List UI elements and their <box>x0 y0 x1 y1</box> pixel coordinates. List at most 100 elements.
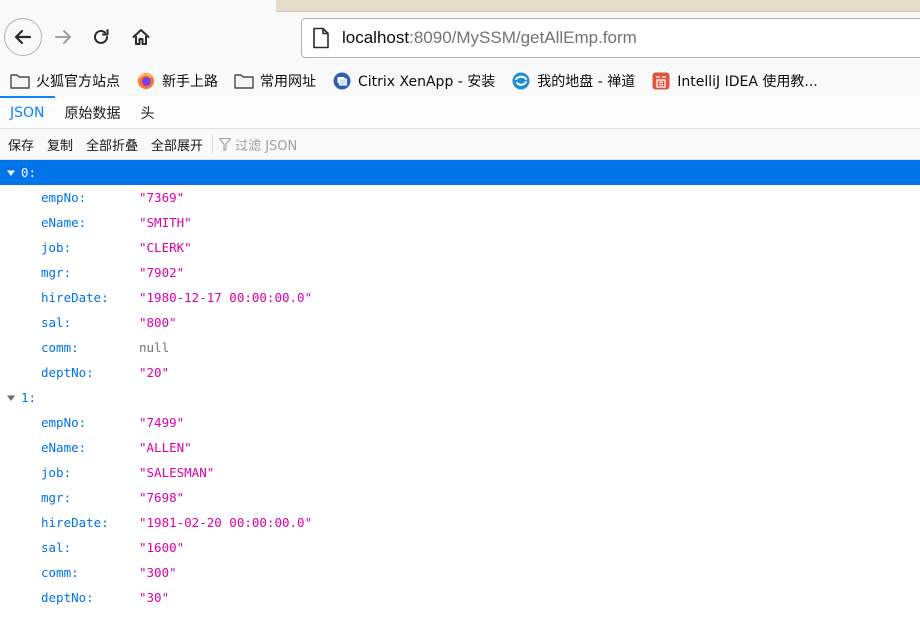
collapse-all-button[interactable]: 全部折叠 <box>81 135 143 154</box>
zentao-icon <box>511 72 531 90</box>
json-tree: 0: empNo: "7369" eName: "SMITH" job: "CLERK" mg… <box>0 160 920 610</box>
property-key: mgr: <box>41 490 72 505</box>
tree-row-property[interactable]: mgr: "7902" <box>0 260 920 285</box>
twisty-expanded-icon[interactable] <box>6 168 16 178</box>
tree-row-property[interactable]: hireDate: "1981-02-20 00:00:00.0" <box>0 510 920 535</box>
property-value: "800" <box>139 315 177 330</box>
citrix-icon <box>332 72 352 90</box>
bookmark-item[interactable]: 火狐官方站点 <box>10 71 120 91</box>
back-button[interactable] <box>4 18 42 56</box>
property-key: job: <box>41 240 72 255</box>
home-icon <box>132 29 150 45</box>
tree-row-property[interactable]: job: "CLERK" <box>0 235 920 260</box>
tree-row-property[interactable]: deptNo: "20" <box>0 360 920 385</box>
url-host: localhost <box>342 28 410 47</box>
copy-button[interactable]: 复制 <box>42 135 78 154</box>
filter-json-input[interactable]: 过滤 JSON <box>219 135 297 154</box>
tree-row-property[interactable]: deptNo: "30" <box>0 585 920 610</box>
bookmark-label: 火狐官方站点 <box>36 74 120 90</box>
tree-row-record[interactable]: 1: <box>0 385 920 410</box>
property-key: eName: <box>41 215 87 230</box>
property-key: comm: <box>41 340 79 355</box>
property-value: "7698" <box>139 490 185 505</box>
json-viewer-tabs: JSON 原始数据 头 <box>0 96 920 129</box>
jian-icon <box>651 72 671 90</box>
tab-headers[interactable]: 头 <box>131 96 165 129</box>
property-value: "1981-02-20 00:00:00.0" <box>139 515 313 530</box>
property-value: "7499" <box>139 415 185 430</box>
bookmark-label: 常用网址 <box>260 74 316 90</box>
property-value: "ALLEN" <box>139 440 192 455</box>
tab-raw-data[interactable]: 原始数据 <box>55 96 131 129</box>
tab-json[interactable]: JSON <box>0 96 55 129</box>
firefox-icon <box>136 72 156 90</box>
property-key: eName: <box>41 440 87 455</box>
bookmark-label: 新手上路 <box>162 74 218 90</box>
tree-row-property[interactable]: empNo: "7369" <box>0 185 920 210</box>
folder-icon <box>234 72 254 90</box>
forward-button[interactable] <box>48 22 78 52</box>
tree-row-property[interactable]: job: "SALESMAN" <box>0 460 920 485</box>
property-value: "CLERK" <box>139 240 192 255</box>
arrow-right-icon <box>55 30 71 44</box>
bookmark-label: Citrix XenApp - 安装 <box>358 74 496 90</box>
page-icon <box>313 27 329 49</box>
arrow-left-icon <box>14 29 32 45</box>
tree-row-property[interactable]: mgr: "7698" <box>0 485 920 510</box>
property-value: "1600" <box>139 540 185 555</box>
reload-icon <box>94 29 109 44</box>
property-key: job: <box>41 465 72 480</box>
property-value: "7902" <box>139 265 185 280</box>
tree-row-property[interactable]: eName: "SMITH" <box>0 210 920 235</box>
url-text: localhost:8090/MySSM/getAllEmp.form <box>342 28 637 48</box>
property-key: hireDate: <box>41 515 109 530</box>
save-button[interactable]: 保存 <box>3 135 39 154</box>
bookmark-item[interactable]: IntelliJ IDEA 使用教... <box>651 71 818 91</box>
reload-button[interactable] <box>86 22 116 52</box>
property-key: deptNo: <box>41 590 94 605</box>
tree-row-property[interactable]: hireDate: "1980-12-17 00:00:00.0" <box>0 285 920 310</box>
property-key: deptNo: <box>41 365 94 380</box>
property-key: mgr: <box>41 265 72 280</box>
folder-icon <box>10 72 30 90</box>
tree-row-record[interactable]: 0: <box>0 160 920 185</box>
expand-all-button[interactable]: 全部展开 <box>146 135 208 154</box>
bookmark-label: IntelliJ IDEA 使用教... <box>677 74 818 90</box>
property-value: "7369" <box>139 190 185 205</box>
record-key: 1: <box>21 390 37 405</box>
property-key: sal: <box>41 315 72 330</box>
bookmark-label: 我的地盘 - 禅道 <box>537 74 636 90</box>
window-titlebar <box>276 0 920 12</box>
property-key: empNo: <box>41 190 87 205</box>
bookmark-item[interactable]: 常用网址 <box>234 71 316 91</box>
bookmarks-bar: 火狐官方站点 新手上路 常用网址 Citrix XenApp - 安装 我的地盘… <box>0 66 920 96</box>
bookmark-item[interactable]: 新手上路 <box>136 71 218 91</box>
property-value: "20" <box>139 365 170 380</box>
filter-icon <box>219 137 232 151</box>
property-value: "300" <box>139 565 177 580</box>
record-key: 0: <box>21 165 37 180</box>
property-key: empNo: <box>41 415 87 430</box>
filter-placeholder: 过滤 JSON <box>235 138 298 154</box>
home-button[interactable] <box>126 22 156 52</box>
bookmark-item[interactable]: 我的地盘 - 禅道 <box>511 71 635 91</box>
property-key: sal: <box>41 540 72 555</box>
url-path: :8090/MySSM/getAllEmp.form <box>409 28 637 47</box>
tab-strip <box>0 0 276 8</box>
tree-row-property[interactable]: eName: "ALLEN" <box>0 435 920 460</box>
url-bar[interactable]: localhost:8090/MySSM/getAllEmp.form <box>301 18 920 58</box>
tree-row-property[interactable]: comm: "300" <box>0 560 920 585</box>
tree-row-property[interactable]: comm: null <box>0 335 920 360</box>
property-value: "30" <box>139 590 170 605</box>
tree-row-property[interactable]: sal: "1600" <box>0 535 920 560</box>
property-value: "SMITH" <box>139 215 192 230</box>
property-value: null <box>139 340 170 355</box>
twisty-expanded-icon[interactable] <box>6 393 16 403</box>
property-value: "1980-12-17 00:00:00.0" <box>139 290 313 305</box>
json-toolbar: 保存 复制 全部折叠 全部展开 过滤 JSON <box>0 129 920 160</box>
property-value: "SALESMAN" <box>139 465 215 480</box>
tree-row-property[interactable]: empNo: "7499" <box>0 410 920 435</box>
tree-row-property[interactable]: sal: "800" <box>0 310 920 335</box>
bookmark-item[interactable]: Citrix XenApp - 安装 <box>332 71 495 91</box>
browser-toolbar: localhost:8090/MySSM/getAllEmp.form 火狐官方… <box>0 0 920 96</box>
